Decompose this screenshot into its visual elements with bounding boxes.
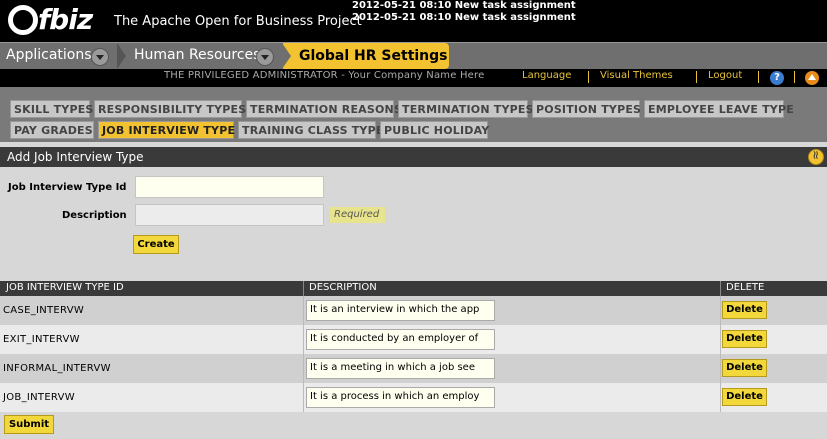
tab-skill-types[interactable]: SKILL TYPES [10, 100, 93, 118]
row-id: CASE_INTERVW [3, 305, 85, 316]
divider [794, 71, 795, 83]
column-divider [720, 281, 721, 296]
nav-applications[interactable]: Applications [0, 43, 118, 69]
row-description-input[interactable]: It is a meeting in which a job see [306, 358, 495, 379]
column-header-delete: DELETE [726, 282, 765, 293]
visual-themes-link[interactable]: Visual Themes [600, 70, 673, 81]
table-row: JOB_INTERVW It is a process in which an … [0, 383, 827, 412]
delete-button[interactable]: Delete [722, 330, 767, 348]
table-header: JOB INTERVIEW TYPE ID DESCRIPTION DELETE [0, 281, 827, 296]
column-divider [720, 325, 721, 354]
chevron-down-icon[interactable] [256, 48, 274, 66]
main-nav: Applications Human Resources Global HR S… [0, 42, 827, 69]
add-job-interview-type-panel: Add Job Interview Type Job Interview Typ… [0, 147, 827, 271]
logo-o-shape [8, 5, 38, 35]
column-divider [303, 281, 304, 296]
panel-header: Add Job Interview Type [0, 147, 827, 167]
column-divider [303, 354, 304, 383]
description-input[interactable] [135, 204, 324, 226]
nav-active-label: Global HR Settings [299, 48, 448, 64]
column-divider [303, 296, 304, 325]
row-description-input[interactable]: It is an interview in which the app [306, 300, 495, 321]
nav-human-resources-label: Human Resources [134, 47, 261, 63]
row-description-input[interactable]: It is a process in which an employ [306, 387, 495, 408]
collapse-icon[interactable] [808, 149, 824, 165]
language-link[interactable]: Language [522, 70, 571, 81]
column-divider [720, 383, 721, 412]
row-id: INFORMAL_INTERVW [3, 363, 111, 374]
table-row: INFORMAL_INTERVW It is a meeting in whic… [0, 354, 827, 383]
create-button[interactable]: Create [133, 235, 179, 254]
tab-termination-reasons[interactable]: TERMINATION REASONS [246, 100, 402, 118]
user-bar: THE PRIVILEGED ADMINISTRATOR - Your Comp… [0, 69, 827, 87]
divider [696, 71, 697, 83]
divider [758, 71, 759, 83]
row-id: JOB_INTERVW [3, 392, 75, 403]
row-description-input[interactable]: It is conducted by an employer of [306, 329, 495, 350]
delete-button[interactable]: Delete [722, 359, 767, 377]
column-header-description: DESCRIPTION [309, 282, 377, 293]
job-interview-type-id-input[interactable] [135, 176, 324, 198]
divider [588, 71, 589, 83]
submit-button[interactable]: Submit [4, 415, 54, 434]
nav-applications-label: Applications [6, 47, 92, 63]
tab-training-class-type[interactable]: TRAINING CLASS TYPE [238, 121, 383, 139]
sub-tabs: SKILL TYPES RESPONSIBILITY TYPES TERMINA… [0, 87, 827, 142]
ofbiz-logo[interactable]: fbiz [8, 3, 100, 39]
column-divider [720, 296, 721, 325]
help-icon[interactable]: ? [770, 71, 784, 85]
app-title: The Apache Open for Business Project [114, 14, 362, 29]
tab-termination-types[interactable]: TERMINATION TYPES [398, 100, 534, 118]
column-divider [303, 325, 304, 354]
table-row: CASE_INTERVW It is an interview in which… [0, 296, 827, 325]
row-id: EXIT_INTERVW [3, 334, 80, 345]
tab-public-holiday[interactable]: PUBLIC HOLIDAY [380, 121, 489, 139]
notification-item[interactable]: 2012-05-21 08:10 New task assignment [352, 12, 576, 24]
notification-item[interactable]: 2012-05-21 08:10 New task assignment [352, 0, 576, 12]
column-divider [303, 383, 304, 412]
description-label: Description [62, 210, 127, 221]
logout-link[interactable]: Logout [708, 70, 742, 81]
panel-title: Add Job Interview Type [7, 150, 144, 164]
delete-button[interactable]: Delete [722, 388, 767, 406]
table-row: EXIT_INTERVW It is conducted by an emplo… [0, 325, 827, 354]
tab-responsibility-types[interactable]: RESPONSIBILITY TYPES [94, 100, 246, 118]
back-to-top-icon[interactable] [805, 71, 819, 85]
job-interview-type-id-label: Job Interview Type Id [8, 182, 127, 193]
logo-text: fbiz [38, 3, 93, 36]
tab-employee-leave-type[interactable]: EMPLOYEE LEAVE TYPE [644, 100, 794, 118]
nav-separator [117, 43, 126, 69]
delete-button[interactable]: Delete [722, 301, 767, 319]
user-info: THE PRIVILEGED ADMINISTRATOR - Your Comp… [164, 70, 485, 81]
column-header-id: JOB INTERVIEW TYPE ID [6, 282, 124, 293]
required-badge: Required [330, 207, 385, 223]
chevron-down-icon[interactable] [91, 48, 109, 66]
tab-pay-grades[interactable]: PAY GRADES [10, 121, 94, 139]
column-divider [720, 354, 721, 383]
tab-position-types[interactable]: POSITION TYPES [532, 100, 641, 118]
header: fbiz The Apache Open for Business Projec… [0, 0, 827, 42]
tab-job-interview-type[interactable]: JOB INTERVIEW TYPE [98, 121, 235, 139]
nav-global-hr-settings[interactable]: Global HR Settings [282, 43, 449, 69]
notifications: 2012-05-21 08:10 New task assignment 201… [352, 0, 576, 24]
nav-human-resources[interactable]: Human Resources [128, 43, 278, 69]
